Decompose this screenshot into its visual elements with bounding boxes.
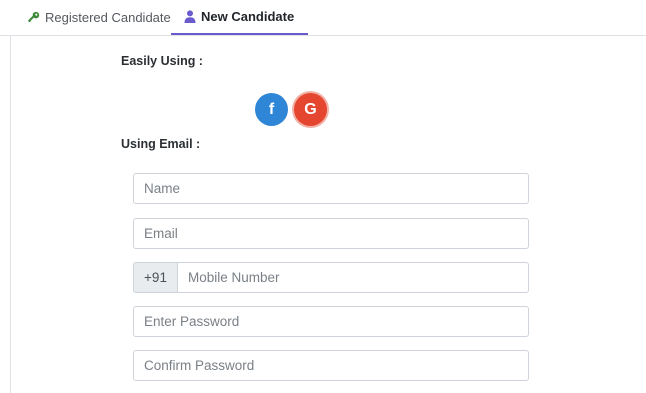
facebook-login-button[interactable]: f xyxy=(255,93,288,126)
confirm-password-field[interactable] xyxy=(133,350,529,381)
social-login-heading: Easily Using : xyxy=(121,54,203,68)
tab-new-candidate[interactable]: New Candidate xyxy=(171,0,309,35)
email-signup-heading: Using Email : xyxy=(121,137,201,151)
tab-registered-candidate[interactable]: Registered Candidate xyxy=(27,0,171,35)
country-code-prefix: +91 xyxy=(133,262,177,293)
name-field[interactable] xyxy=(133,173,529,204)
facebook-icon: f xyxy=(268,100,275,118)
google-icon: G xyxy=(304,100,317,118)
email-field[interactable] xyxy=(133,218,529,249)
password-field[interactable] xyxy=(133,306,529,337)
key-icon xyxy=(27,11,40,24)
signup-panel: Registered Candidate New Candidate Easil… xyxy=(0,0,646,393)
user-icon xyxy=(183,10,196,23)
mobile-number-field[interactable] xyxy=(177,262,529,293)
tab-registered-label: Registered Candidate xyxy=(45,10,171,25)
panel-left-border xyxy=(10,36,11,393)
google-login-button[interactable]: G xyxy=(294,93,327,126)
tab-new-label: New Candidate xyxy=(201,9,295,24)
mobile-number-group: +91 xyxy=(133,262,529,293)
tab-bar: Registered Candidate New Candidate xyxy=(0,0,646,36)
